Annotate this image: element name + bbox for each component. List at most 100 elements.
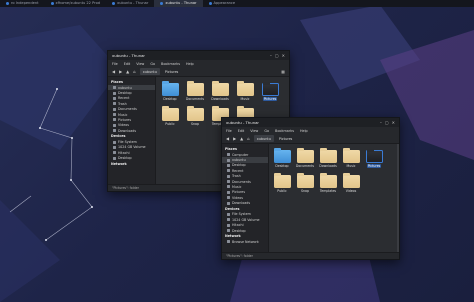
place-icon [113, 123, 116, 127]
file-item[interactable]: Templates [316, 173, 340, 193]
back-icon[interactable]: ◀ [226, 136, 229, 141]
sidebar-item-label: Hitachi [232, 223, 244, 228]
taskbar-item[interactable]: xfhome/xubuntu 22 Prod [45, 0, 107, 7]
toolbar: ◀ ▶ ▲ ⌂ xubuntu Pictures [222, 134, 399, 144]
place-icon [113, 140, 116, 144]
home-icon[interactable]: ⌂ [133, 69, 136, 74]
sidebar-item-label: Desktop [118, 156, 132, 161]
menu-edit[interactable]: Edit [238, 129, 245, 133]
place-icon [113, 102, 116, 106]
place-icon [113, 113, 116, 117]
menu-help[interactable]: Help [300, 129, 308, 133]
sidebar-item-label: Videos [232, 195, 243, 200]
file-item[interactable]: Music [233, 81, 257, 101]
folder-icon [296, 173, 314, 188]
file-label: Public [277, 189, 287, 193]
sidebar-item-label: File System [118, 140, 137, 145]
home-icon[interactable]: ⌂ [247, 136, 250, 141]
place-icon [227, 169, 230, 173]
file-item[interactable]: Desktop [158, 81, 182, 101]
close-icon[interactable]: ✕ [392, 120, 395, 125]
place-icon [227, 174, 230, 178]
taskbar-item-label: ro Independent [11, 1, 39, 5]
place-icon [227, 196, 230, 200]
menu-bookmarks[interactable]: Bookmarks [161, 62, 180, 66]
breadcrumb-xubuntu[interactable]: xubuntu [253, 135, 274, 142]
taskbar-item[interactable]: ro Independent [0, 0, 45, 7]
sidebar: Places Computer xubuntu Desktop Recent Trash D… [222, 144, 269, 252]
file-item[interactable]: Downloads [316, 148, 340, 168]
app-icon [50, 2, 54, 5]
breadcrumb-xubuntu[interactable]: xubuntu [139, 68, 160, 75]
file-view[interactable]: Desktop Documents Downloads Music Pictures Pu… [269, 144, 399, 252]
menu-view[interactable]: View [250, 129, 258, 133]
taskbar-item[interactable]: xubuntu - Thunar [106, 0, 154, 7]
file-item[interactable]: Desktop [270, 148, 294, 168]
place-icon [227, 240, 230, 244]
scrollbar[interactable] [397, 144, 399, 252]
menu-view[interactable]: View [136, 62, 144, 66]
taskbar-item[interactable]: xubuntu - Thunar [154, 0, 203, 7]
breadcrumb-pictures[interactable]: Pictures [162, 68, 181, 75]
sidebar-item-label: Hitachi [118, 150, 130, 155]
minimize-icon[interactable]: – [270, 53, 272, 58]
file-label: Public [165, 122, 175, 126]
menu-edit[interactable]: Edit [124, 62, 131, 66]
sidebar: Places xubuntu Desktop Recent Trash Documents… [108, 77, 156, 184]
folder-icon [342, 148, 360, 163]
status-bar: "Pictures": folder [222, 252, 399, 259]
file-item[interactable]: Downloads [208, 81, 232, 101]
file-item[interactable]: Public [270, 173, 294, 193]
file-item[interactable]: Videos [339, 173, 363, 193]
place-icon [227, 218, 230, 222]
up-icon[interactable]: ▲ [126, 69, 129, 74]
place-icon [227, 201, 230, 205]
sidebar-item[interactable]: Browse Network [222, 239, 268, 244]
back-icon[interactable]: ◀ [112, 69, 115, 74]
grid-view-icon[interactable]: ▦ [281, 69, 285, 74]
taskbar-item-label: xfhome/xubuntu 22 Prod [55, 1, 101, 5]
file-label: Documents [185, 97, 205, 101]
forward-icon[interactable]: ▶ [233, 136, 236, 141]
menu-file[interactable]: File [112, 62, 118, 66]
maximize-icon[interactable]: ▢ [275, 53, 279, 58]
taskbar-item[interactable]: Appearance [203, 0, 242, 7]
folder-icon [261, 82, 279, 96]
menu-file[interactable]: File [226, 129, 232, 133]
file-item[interactable]: Snap [293, 173, 317, 193]
forward-icon[interactable]: ▶ [119, 69, 122, 74]
minimize-icon[interactable]: – [380, 120, 382, 125]
sidebar-item-label: Documents [118, 107, 137, 112]
sidebar-item-label: Documents [232, 179, 251, 184]
thunar-window-front[interactable]: xubuntu - Thunar – ▢ ✕ File Edit View Go Bookm… [221, 117, 400, 260]
file-label: Templates [319, 189, 337, 193]
sidebar-item-label: Pictures [118, 117, 132, 122]
close-icon[interactable]: ✕ [282, 53, 285, 58]
place-icon [113, 118, 116, 122]
maximize-icon[interactable]: ▢ [385, 120, 389, 125]
breadcrumb-pictures[interactable]: Pictures [276, 135, 295, 142]
file-item[interactable]: Music [339, 148, 363, 168]
app-icon [160, 2, 164, 5]
file-label: Music [346, 164, 356, 168]
menu-go[interactable]: Go [150, 62, 155, 66]
menu-bar: File Edit View Go Bookmarks Help [222, 127, 399, 134]
menu-go[interactable]: Go [264, 129, 269, 133]
place-icon [113, 96, 116, 100]
file-label: Desktop [163, 97, 177, 101]
file-item[interactable]: Snap [183, 106, 207, 126]
sidebar-item-label: Downloads [232, 201, 251, 206]
title-bar[interactable]: xubuntu - Thunar – ▢ ✕ [108, 51, 289, 60]
menu-help[interactable]: Help [186, 62, 194, 66]
menu-bar: File Edit View Go Bookmarks Help [108, 60, 289, 67]
title-bar[interactable]: xubuntu - Thunar – ▢ ✕ [222, 118, 399, 127]
up-icon[interactable]: ▲ [240, 136, 243, 141]
file-item[interactable]: Documents [293, 148, 317, 168]
file-item[interactable]: Public [158, 106, 182, 126]
file-label: Snap [190, 122, 200, 126]
file-item[interactable]: Pictures [362, 149, 386, 168]
file-item[interactable]: Pictures [258, 82, 282, 101]
file-item[interactable]: Documents [183, 81, 207, 101]
app-icon [6, 2, 9, 5]
menu-bookmarks[interactable]: Bookmarks [275, 129, 294, 133]
